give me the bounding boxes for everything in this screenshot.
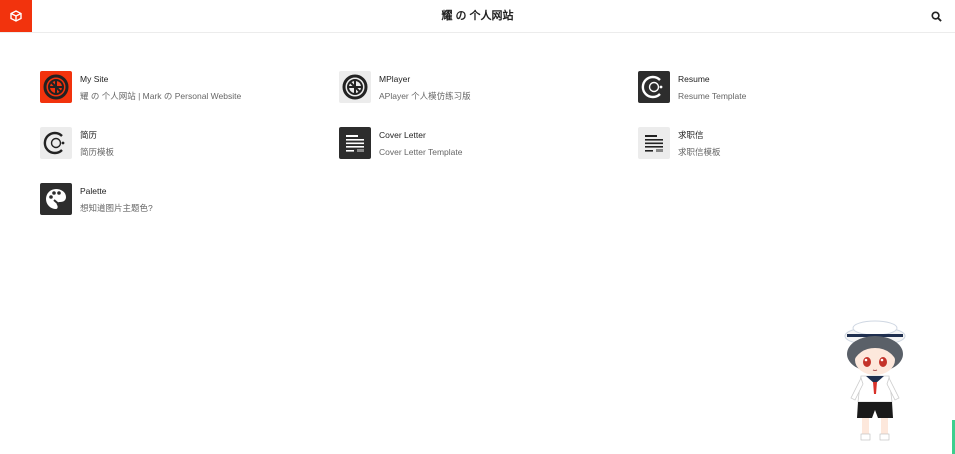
cover-letter-icon xyxy=(339,127,371,159)
card-title: Cover Letter xyxy=(379,130,426,140)
mplayer-logo-icon xyxy=(339,71,371,103)
card-palette[interactable]: Palette 想知道图片主题色? xyxy=(40,183,300,215)
card-desc: 求职信模板 xyxy=(678,147,721,157)
search-button[interactable] xyxy=(931,9,945,23)
cube-icon xyxy=(10,10,22,22)
card-resume[interactable]: Resume Resume Template xyxy=(638,71,898,103)
card-my-site[interactable]: My Site 耀 の 个人网站 | Mark の Personal Websi… xyxy=(40,71,300,103)
top-bar: 耀 の 个人网站 xyxy=(0,0,955,33)
card-desc: 想知道图片主题色? xyxy=(80,203,153,213)
card-desc: APlayer 个人模仿练习版 xyxy=(379,91,471,101)
card-title: Palette xyxy=(80,186,107,196)
card-title: MPlayer xyxy=(379,74,411,84)
card-desc: 简历模板 xyxy=(80,147,115,157)
mysite-logo-icon xyxy=(40,71,72,103)
site-logo-button[interactable] xyxy=(0,0,32,32)
card-mplayer[interactable]: MPlayer APlayer 个人模仿练习版 xyxy=(339,71,599,103)
search-icon xyxy=(931,11,942,22)
cover-letter-cn-icon xyxy=(638,127,670,159)
resume-cn-logo-icon xyxy=(40,127,72,159)
card-desc: Resume Template xyxy=(678,91,747,101)
anime-mascot-icon[interactable] xyxy=(836,318,914,442)
card-desc: 耀 の 个人网站 | Mark の Personal Website xyxy=(80,91,242,101)
card-title: 求职信 xyxy=(678,130,704,140)
card-title: My Site xyxy=(80,74,109,84)
card-desc: Cover Letter Template xyxy=(379,147,463,157)
resume-logo-icon xyxy=(638,71,670,103)
card-cover-letter[interactable]: Cover Letter Cover Letter Template xyxy=(339,127,599,159)
site-title: 耀 の 个人网站 xyxy=(441,10,514,22)
card-title: Resume xyxy=(678,74,710,84)
card-cover-letter-cn[interactable]: 求职信 求职信模板 xyxy=(638,127,898,159)
card-resume-cn[interactable]: 简历 简历模板 xyxy=(40,127,300,159)
palette-icon xyxy=(40,183,72,215)
card-title: 简历 xyxy=(80,130,98,140)
